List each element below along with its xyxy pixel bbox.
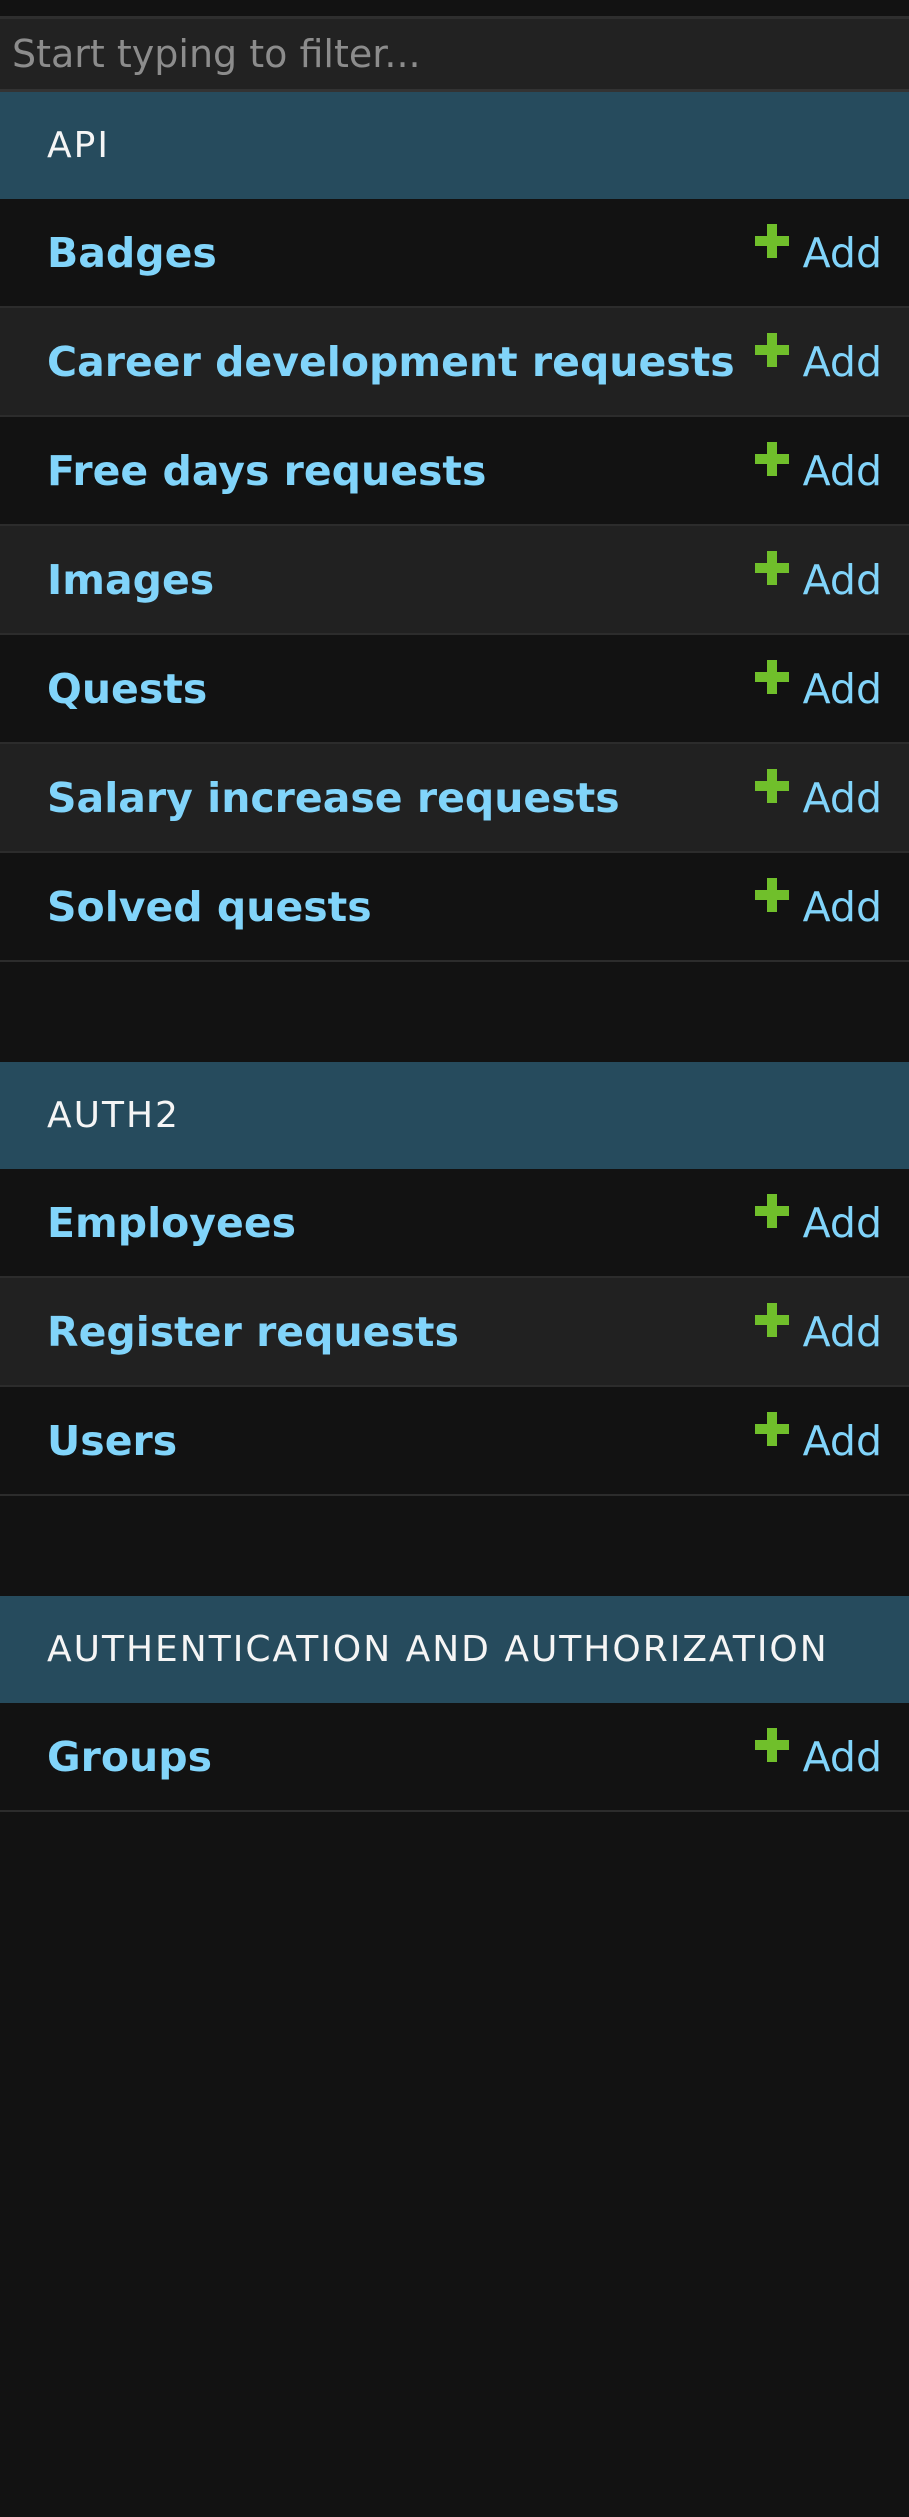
add-label: Add bbox=[802, 1416, 882, 1465]
add-button[interactable]: Add bbox=[754, 441, 882, 495]
module-section: AUTH2 Employees Add Register requests Add Use… bbox=[0, 1062, 909, 1496]
add-label: Add bbox=[802, 1198, 882, 1247]
model-link[interactable]: Quests bbox=[47, 665, 207, 713]
model-link[interactable]: Register requests bbox=[47, 1308, 459, 1356]
add-button[interactable]: Add bbox=[754, 1411, 882, 1465]
plus-icon bbox=[754, 1302, 789, 1337]
model-row: Images Add bbox=[0, 526, 909, 635]
module-section: AUTHENTICATION AND AUTHORIZATION Groups Ad… bbox=[0, 1596, 909, 1812]
model-row: Groups Add bbox=[0, 1703, 909, 1812]
module-list: API Badges Add Career development requests A… bbox=[0, 92, 909, 1812]
model-link[interactable]: Groups bbox=[47, 1733, 212, 1781]
model-row: Salary increase requests Add bbox=[0, 744, 909, 853]
plus-icon bbox=[754, 223, 789, 258]
model-link[interactable]: Career development requests bbox=[47, 338, 735, 386]
model-row: Solved quests Add bbox=[0, 853, 909, 962]
add-button[interactable]: Add bbox=[754, 877, 882, 931]
plus-icon bbox=[754, 877, 789, 912]
add-button[interactable]: Add bbox=[754, 768, 882, 822]
module-spacer bbox=[0, 1496, 909, 1596]
model-row: Quests Add bbox=[0, 635, 909, 744]
plus-icon bbox=[754, 1193, 789, 1228]
module-header[interactable]: API bbox=[0, 92, 909, 199]
admin-app-list: API Badges Add Career development requests A… bbox=[0, 0, 909, 2517]
model-row: Register requests Add bbox=[0, 1278, 909, 1387]
model-link[interactable]: Users bbox=[47, 1417, 177, 1465]
plus-icon bbox=[754, 332, 789, 367]
model-link[interactable]: Free days requests bbox=[47, 447, 486, 495]
model-link[interactable]: Badges bbox=[47, 229, 217, 277]
add-label: Add bbox=[802, 555, 882, 604]
plus-icon bbox=[754, 1411, 789, 1446]
add-button[interactable]: Add bbox=[754, 659, 882, 713]
plus-icon bbox=[754, 441, 789, 476]
model-link[interactable]: Salary increase requests bbox=[47, 774, 620, 822]
add-button[interactable]: Add bbox=[754, 1302, 882, 1356]
add-label: Add bbox=[802, 882, 882, 931]
add-label: Add bbox=[802, 1307, 882, 1356]
model-link[interactable]: Solved quests bbox=[47, 883, 372, 931]
model-row: Career development requests Add bbox=[0, 308, 909, 417]
module-section: API Badges Add Career development requests A… bbox=[0, 92, 909, 962]
top-divider bbox=[0, 0, 909, 19]
add-label: Add bbox=[802, 228, 882, 277]
module-header[interactable]: AUTHENTICATION AND AUTHORIZATION bbox=[0, 1596, 909, 1703]
model-link[interactable]: Employees bbox=[47, 1199, 296, 1247]
model-link[interactable]: Images bbox=[47, 556, 214, 604]
model-row: Employees Add bbox=[0, 1169, 909, 1278]
add-button[interactable]: Add bbox=[754, 223, 882, 277]
add-button[interactable]: Add bbox=[754, 1727, 882, 1781]
add-button[interactable]: Add bbox=[754, 550, 882, 604]
add-button[interactable]: Add bbox=[754, 1193, 882, 1247]
model-row: Users Add bbox=[0, 1387, 909, 1496]
plus-icon bbox=[754, 550, 789, 585]
add-label: Add bbox=[802, 1732, 882, 1781]
model-row: Free days requests Add bbox=[0, 417, 909, 526]
module-spacer bbox=[0, 962, 909, 1062]
module-header[interactable]: AUTH2 bbox=[0, 1062, 909, 1169]
model-row: Badges Add bbox=[0, 199, 909, 308]
plus-icon bbox=[754, 659, 789, 694]
plus-icon bbox=[754, 1727, 789, 1762]
nav-filter-input[interactable] bbox=[0, 19, 909, 92]
add-label: Add bbox=[802, 337, 882, 386]
add-label: Add bbox=[802, 773, 882, 822]
add-label: Add bbox=[802, 664, 882, 713]
plus-icon bbox=[754, 768, 789, 803]
add-label: Add bbox=[802, 446, 882, 495]
add-button[interactable]: Add bbox=[754, 332, 882, 386]
